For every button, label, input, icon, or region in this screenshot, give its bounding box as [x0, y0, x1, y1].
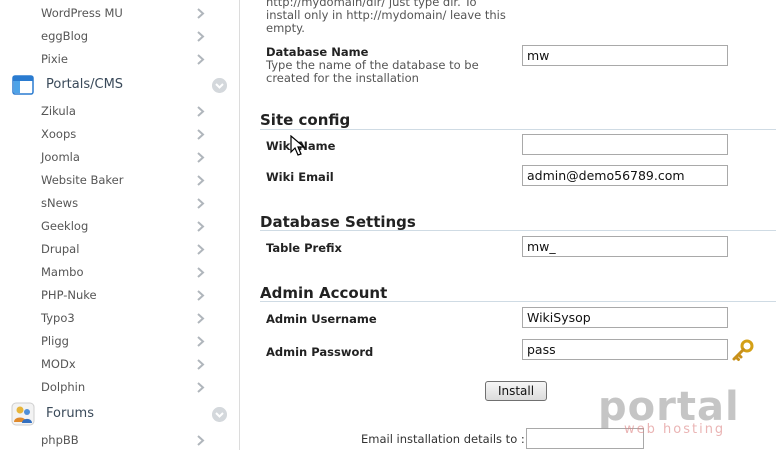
sidebar-item-label: Pligg — [41, 334, 69, 348]
sidebar-item-geeklog[interactable]: Geeklog — [0, 215, 239, 238]
chevron-right-icon — [197, 359, 205, 370]
section-title-site-config: Site config — [260, 111, 351, 129]
key-icon[interactable] — [731, 339, 755, 363]
install-button[interactable]: Install — [485, 381, 547, 401]
sidebar-item-label: Zikula — [41, 104, 76, 118]
chevron-right-icon — [197, 290, 205, 301]
sidebar-item-label: WordPress MU — [41, 6, 123, 20]
install-form: http://mydomain/dir/ just type dir. To i… — [240, 0, 776, 450]
database-name-hint: Type the name of the database to be crea… — [266, 59, 479, 85]
chevron-right-icon — [197, 336, 205, 347]
chevron-right-icon — [197, 31, 205, 42]
admin-username-input[interactable]: WikiSysop — [522, 307, 728, 328]
section-divider — [260, 129, 776, 130]
chevron-right-icon — [197, 54, 205, 65]
section-divider — [260, 301, 776, 302]
sidebar-category-label: Forums — [46, 406, 94, 421]
table-prefix-label: Table Prefix — [266, 241, 342, 255]
sidebar-item-label: Website Baker — [41, 173, 124, 187]
sidebar-item-dolphin[interactable]: Dolphin — [0, 376, 239, 399]
watermark-logo: portal web hosting — [598, 384, 748, 444]
chevron-right-icon — [197, 152, 205, 163]
install-dir-hint: http://mydomain/dir/ just type dir. To i… — [266, 0, 506, 35]
collapse-icon[interactable] — [212, 78, 227, 93]
sidebar-item-label: Drupal — [41, 242, 80, 256]
chevron-right-icon — [197, 382, 205, 393]
mouse-pointer-icon — [290, 135, 306, 156]
chevron-right-icon — [197, 8, 205, 19]
sidebar-item-typo3[interactable]: Typo3 — [0, 307, 239, 330]
sidebar-category-forums[interactable]: Forums — [0, 399, 239, 429]
sidebar-item-label: Dolphin — [41, 380, 86, 394]
chevron-right-icon — [197, 435, 205, 446]
sidebar-item-pligg[interactable]: Pligg — [0, 330, 239, 353]
database-name-label: Database Name — [266, 45, 369, 59]
sidebar-item-drupal[interactable]: Drupal — [0, 238, 239, 261]
chevron-right-icon — [197, 221, 205, 232]
collapse-icon[interactable] — [212, 407, 227, 422]
section-title-admin-account: Admin Account — [260, 284, 388, 302]
sidebar-item-snews[interactable]: sNews — [0, 192, 239, 215]
sidebar-category-label: Portals/CMS — [46, 77, 124, 92]
wiki-email-input[interactable]: admin@demo56789.com — [522, 165, 728, 186]
admin-password-input[interactable]: pass — [522, 339, 728, 360]
sidebar-item-phpbb[interactable]: phpBB — [0, 429, 239, 450]
sidebar-item-eggblog[interactable]: eggBlog — [0, 25, 239, 48]
sidebar-item-label: Pixie — [41, 52, 68, 66]
section-divider — [260, 230, 776, 231]
sidebar-item-label: PHP-Nuke — [41, 288, 97, 302]
chevron-right-icon — [197, 198, 205, 209]
sidebar-item-joomla[interactable]: Joomla — [0, 146, 239, 169]
chevron-right-icon — [197, 106, 205, 117]
wiki-email-label: Wiki Email — [266, 170, 334, 184]
chevron-right-icon — [197, 313, 205, 324]
hint-line: empty. — [266, 21, 305, 35]
sidebar-item-website-baker[interactable]: Website Baker — [0, 169, 239, 192]
sidebar-item-modx[interactable]: MODx — [0, 353, 239, 376]
sidebar-item-xoops[interactable]: Xoops — [0, 123, 239, 146]
sidebar-item-pixie[interactable]: Pixie — [0, 48, 239, 71]
sidebar-item-label: Joomla — [41, 150, 80, 164]
chevron-right-icon — [197, 175, 205, 186]
wiki-name-input[interactable] — [522, 134, 728, 155]
forum-users-icon — [11, 402, 35, 426]
sidebar-item-label: MODx — [41, 357, 76, 371]
sidebar-item-php-nuke[interactable]: PHP-Nuke — [0, 284, 239, 307]
watermark-subtext: web hosting — [624, 422, 726, 437]
sidebar-item-label: Mambo — [41, 265, 84, 279]
sidebar-category-portals-cms[interactable]: Portals/CMS — [0, 70, 239, 100]
database-name-input[interactable]: mw — [522, 45, 728, 66]
sidebar-item-label: phpBB — [41, 433, 79, 447]
sidebar-item-label: Xoops — [41, 127, 77, 141]
sidebar: WordPress MU eggBlog Pixie Portals/CMS Z… — [0, 0, 240, 450]
admin-username-label: Admin Username — [266, 312, 377, 326]
sidebar-item-mambo[interactable]: Mambo — [0, 261, 239, 284]
sidebar-item-label: sNews — [41, 196, 79, 210]
email-details-label: Email installation details to : — [361, 432, 525, 446]
sidebar-item-wordpress-mu[interactable]: WordPress MU — [0, 2, 239, 25]
portal-window-icon — [12, 75, 34, 95]
sidebar-item-label: Typo3 — [41, 311, 75, 325]
chevron-right-icon — [197, 267, 205, 278]
chevron-right-icon — [197, 129, 205, 140]
installer-screen: WordPress MU eggBlog Pixie Portals/CMS Z… — [0, 0, 776, 450]
admin-password-label: Admin Password — [266, 345, 374, 359]
sidebar-item-label: eggBlog — [41, 29, 89, 43]
table-prefix-input[interactable]: mw_ — [522, 236, 728, 257]
hint-line: created for the installation — [266, 71, 419, 85]
section-title-database-settings: Database Settings — [260, 213, 416, 231]
sidebar-item-zikula[interactable]: Zikula — [0, 100, 239, 123]
sidebar-item-label: Geeklog — [41, 219, 89, 233]
chevron-right-icon — [197, 244, 205, 255]
